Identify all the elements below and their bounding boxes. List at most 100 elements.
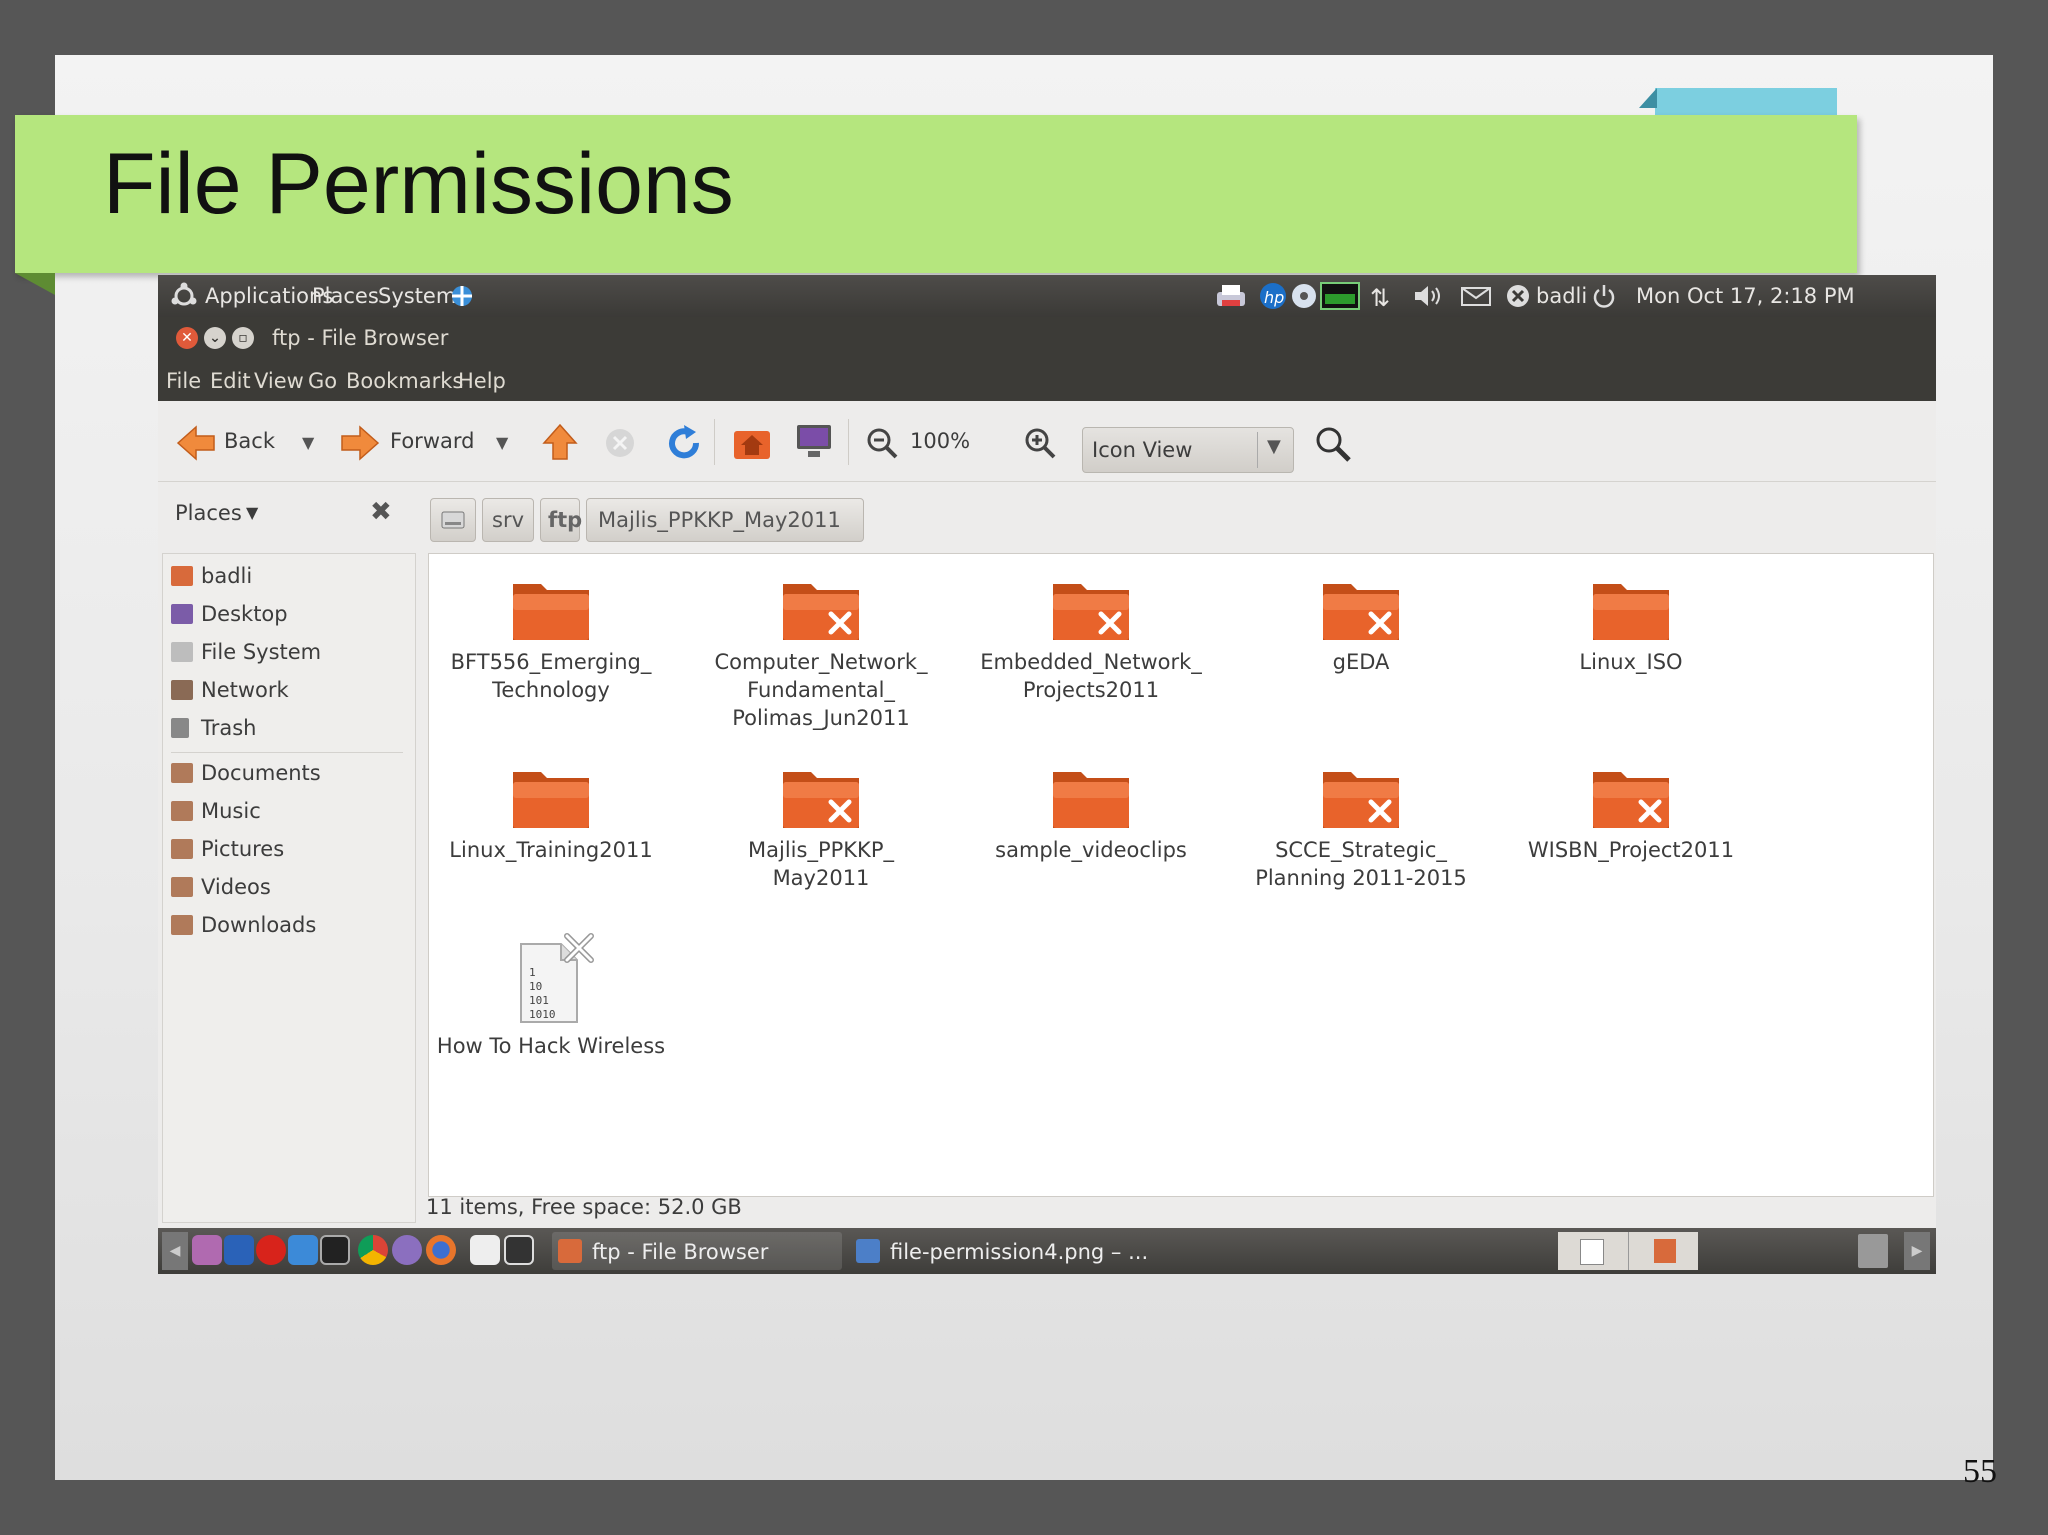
- folder-item[interactable]: Embedded_Network_ Projects2011: [971, 574, 1211, 704]
- svg-text:10: 10: [529, 980, 542, 993]
- toolbar-separator: [848, 419, 849, 465]
- up-arrow-icon[interactable]: [542, 423, 578, 461]
- stop-icon[interactable]: [604, 427, 636, 459]
- breadcrumb-majlis[interactable]: Majlis_PPKKP_May2011: [586, 498, 864, 542]
- user-name[interactable]: badli: [1536, 284, 1587, 308]
- zoom-out-icon[interactable]: [866, 427, 898, 459]
- menu-help[interactable]: Help: [458, 369, 506, 393]
- locked-folder-icon: [783, 584, 859, 640]
- volume-icon[interactable]: [1412, 282, 1448, 310]
- computer-icon[interactable]: [794, 423, 834, 461]
- forward-button[interactable]: Forward: [390, 429, 474, 453]
- home-folder-icon[interactable]: [732, 425, 772, 461]
- file-name: Computer_Network_ Fundamental_ Polimas_J…: [714, 650, 928, 730]
- reload-icon[interactable]: [666, 425, 702, 461]
- file-name: Linux_Training2011: [449, 838, 653, 862]
- menu-bookmarks[interactable]: Bookmarks: [346, 369, 463, 393]
- hp-icon[interactable]: hp: [1258, 282, 1288, 310]
- folder-item[interactable]: BFT556_Emerging_ Technology: [431, 574, 671, 704]
- view-mode-select[interactable]: Icon View ▼: [1082, 427, 1294, 473]
- toolbar-separator: [714, 419, 715, 465]
- workspace-window-icon: [1580, 1239, 1604, 1265]
- menu-file[interactable]: File: [166, 369, 201, 393]
- file-icon-view: BFT556_Emerging_ Technology Computer_Netw…: [428, 553, 1934, 1197]
- menu-view[interactable]: View: [254, 369, 304, 393]
- folder-item[interactable]: SCCE_Strategic_ Planning 2011-2015: [1241, 762, 1481, 892]
- launcher-app-icon[interactable]: [192, 1235, 222, 1265]
- svg-text:1010: 1010: [529, 1008, 556, 1021]
- clock[interactable]: Mon Oct 17, 2:18 PM: [1636, 284, 1855, 308]
- folder-item[interactable]: WISBN_Project2011: [1511, 762, 1751, 864]
- menu-system[interactable]: System: [378, 284, 456, 308]
- zoom-in-icon[interactable]: [1024, 427, 1056, 459]
- mail-icon[interactable]: [1460, 282, 1492, 310]
- terminal-icon[interactable]: [320, 1235, 350, 1265]
- file-item[interactable]: 1 10 101 1010 How To Hack Wireless: [431, 932, 671, 1060]
- breadcrumb-srv[interactable]: srv: [482, 498, 534, 542]
- power-icon[interactable]: [1590, 282, 1618, 310]
- decorative-tab-shadow: [1639, 88, 1657, 108]
- sidebar-divider: [171, 752, 403, 753]
- back-arrow-icon[interactable]: [176, 425, 216, 461]
- folder-item[interactable]: gEDA: [1241, 574, 1481, 676]
- text-editor-icon[interactable]: [470, 1235, 500, 1265]
- pictures-folder-icon: [171, 839, 193, 859]
- places-dropdown[interactable]: Places: [175, 501, 242, 525]
- search-icon[interactable]: [1314, 425, 1352, 463]
- zoom-level[interactable]: 100%: [910, 429, 970, 453]
- firefox-icon[interactable]: [426, 1235, 456, 1265]
- title-fold: [15, 273, 55, 295]
- breadcrumb-root[interactable]: [430, 498, 476, 542]
- home-folder-icon: [171, 566, 193, 586]
- folder-item[interactable]: Computer_Network_ Fundamental_ Polimas_J…: [701, 574, 941, 732]
- folder-item[interactable]: sample_videoclips: [971, 762, 1211, 864]
- ubuntu-logo-icon[interactable]: [170, 282, 198, 310]
- network-transfer-icon[interactable]: ⇅: [1370, 284, 1390, 312]
- workspace-switcher[interactable]: [1558, 1232, 1698, 1270]
- panel-scroll-right-icon[interactable]: ▶: [1904, 1232, 1930, 1270]
- locked-folder-icon: [1593, 772, 1669, 828]
- file-name: BFT556_Emerging_ Technology: [450, 650, 652, 702]
- disc-icon[interactable]: [1290, 282, 1318, 310]
- back-button[interactable]: Back: [224, 429, 275, 453]
- forward-arrow-icon[interactable]: [340, 425, 380, 461]
- close-window-button[interactable]: ✕: [176, 327, 198, 349]
- drive-icon: [441, 511, 465, 529]
- pidgin-icon[interactable]: [392, 1235, 422, 1265]
- close-sidebar-icon[interactable]: ✖: [370, 497, 392, 527]
- trash-applet-icon[interactable]: [1858, 1234, 1888, 1268]
- printer-icon[interactable]: [1214, 282, 1248, 310]
- user-status-icon[interactable]: [1504, 282, 1532, 310]
- taskbar-item-file-browser[interactable]: ftp - File Browser: [552, 1232, 842, 1270]
- file-name: SCCE_Strategic_ Planning 2011-2015: [1255, 838, 1467, 890]
- taskbar-item-image-viewer[interactable]: file-permission4.png – ...: [850, 1232, 1150, 1270]
- show-desktop-icon[interactable]: [504, 1235, 534, 1265]
- folder-item[interactable]: Majlis_PPKKP_ May2011: [701, 762, 941, 892]
- minimize-window-button[interactable]: ⌄: [204, 327, 226, 349]
- system-update-icon[interactable]: [446, 282, 478, 310]
- drive-icon: [171, 642, 193, 662]
- maximize-window-button[interactable]: ▫: [232, 327, 254, 349]
- svg-text:101: 101: [529, 994, 549, 1007]
- folder-icon: [558, 1239, 582, 1263]
- folder-item[interactable]: Linux_ISO: [1511, 574, 1751, 676]
- file-name: sample_videoclips: [995, 838, 1187, 862]
- menu-go[interactable]: Go: [308, 369, 337, 393]
- page-number: 55: [1963, 1453, 1997, 1490]
- opera-icon[interactable]: [256, 1235, 286, 1265]
- chevron-down-icon[interactable]: ▼: [246, 503, 258, 522]
- panel-scroll-left-icon[interactable]: ◀: [162, 1232, 188, 1270]
- launcher-browser-icon[interactable]: [224, 1235, 254, 1265]
- top-panel: Applications Places System hp ⇅ badli Mo…: [158, 275, 1936, 317]
- system-monitor-icon[interactable]: [1320, 282, 1360, 310]
- folder-item[interactable]: Linux_Training2011: [431, 762, 671, 864]
- slide-title: File Permissions: [103, 136, 734, 232]
- back-history-dropdown[interactable]: ▼: [302, 433, 314, 452]
- locked-folder-icon: [1053, 584, 1129, 640]
- launcher-tool-icon[interactable]: [288, 1235, 318, 1265]
- forward-history-dropdown[interactable]: ▼: [496, 433, 508, 452]
- chrome-icon[interactable]: [358, 1235, 388, 1265]
- menu-places[interactable]: Places: [312, 284, 379, 308]
- breadcrumb-ftp[interactable]: ftp: [540, 498, 582, 542]
- menu-edit[interactable]: Edit: [210, 369, 251, 393]
